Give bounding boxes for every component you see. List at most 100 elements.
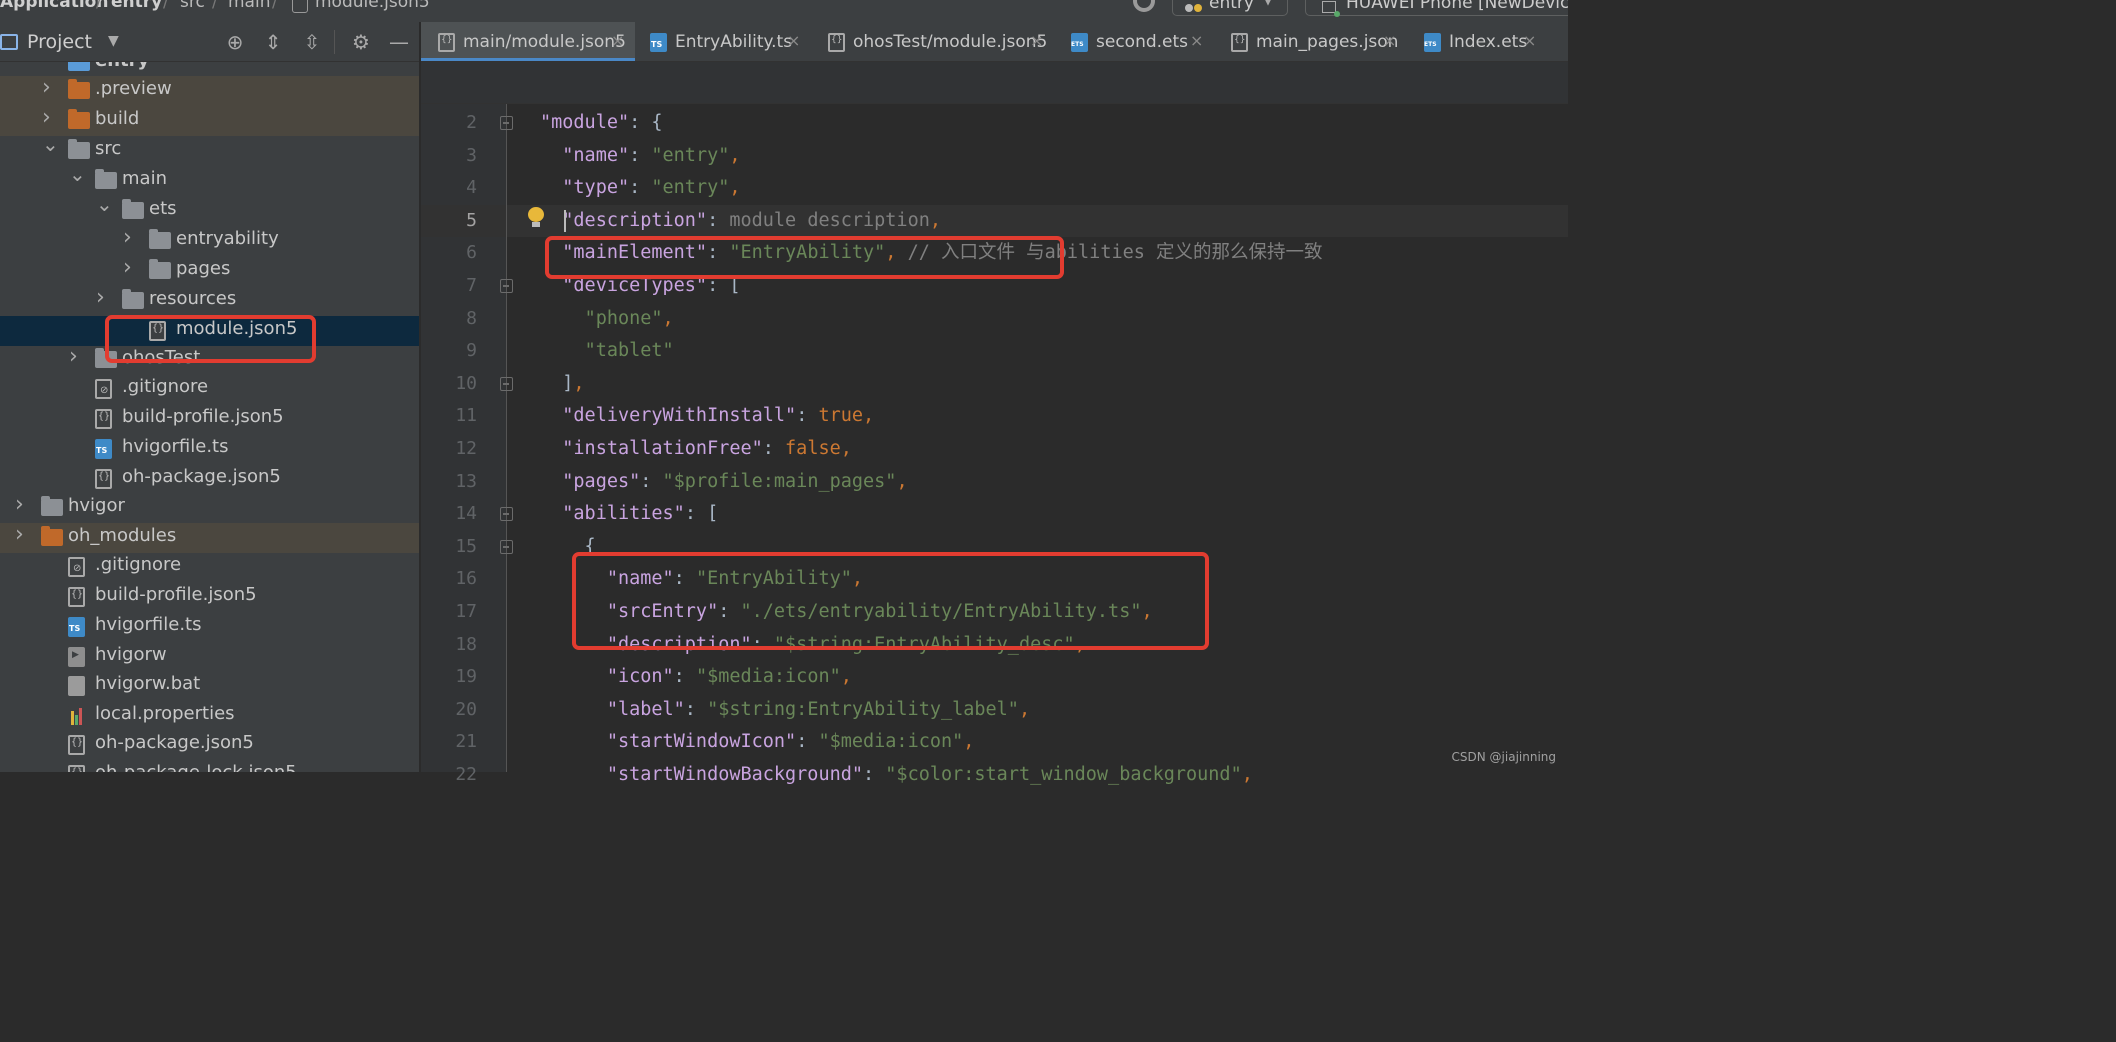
tree-item-label: resources: [149, 288, 237, 309]
minimize-panel-icon[interactable]: —: [388, 31, 410, 53]
folder-icon: [122, 199, 144, 219]
close-icon[interactable]: ×: [611, 31, 624, 50]
close-icon[interactable]: ×: [1190, 31, 1203, 50]
line-number: 3: [466, 145, 477, 166]
editor-tab[interactable]: main/module.json5×: [421, 22, 635, 61]
editor-tab-label: EntryAbility.ts: [675, 32, 793, 52]
tree-item[interactable]: › hvigor: [0, 491, 419, 523]
line-number: 18: [455, 634, 477, 655]
tree-item[interactable]: hvigorfile.ts: [0, 434, 419, 464]
code-token: :: [707, 210, 730, 231]
breadcrumb-application[interactable]: Application: [0, 0, 108, 12]
gear-icon[interactable]: ⚙: [350, 31, 372, 53]
chevron-right-icon[interactable]: ›: [123, 254, 137, 282]
project-tree: entry › .preview › build ⌄ src ⌄ main ⌄ ets › entrya…: [0, 62, 419, 772]
breadcrumb-module-json5[interactable]: module.json5: [315, 0, 430, 12]
editor-tab[interactable]: main_pages.json×: [1214, 22, 1407, 61]
editor-tab-label: ohosTest/module.json5: [853, 32, 1048, 52]
tree-item[interactable]: oh-package.json5: [0, 464, 419, 494]
tree-item[interactable]: .gitignore: [0, 374, 419, 404]
line-number: 12: [455, 438, 477, 459]
tree-item[interactable]: oh-package.json5: [0, 730, 419, 760]
json-file-icon: [95, 469, 112, 489]
close-icon[interactable]: ×: [1030, 31, 1043, 50]
chevron-down-icon[interactable]: ▼: [108, 33, 119, 49]
line-number: 11: [455, 405, 477, 426]
chevron-right-icon[interactable]: ›: [42, 104, 56, 132]
chevron-right-icon[interactable]: ›: [123, 224, 137, 252]
project-panel-title[interactable]: Project: [27, 31, 92, 53]
tree-item-label: .gitignore: [122, 376, 209, 397]
tree-item[interactable]: › pages: [0, 254, 419, 286]
code-token: ,: [929, 210, 941, 231]
tree-item[interactable]: hvigorfile.ts: [0, 612, 419, 642]
code-token: "installationFree": [562, 438, 763, 459]
fold-marker-icon[interactable]: [500, 507, 513, 521]
file-icon: [68, 676, 85, 696]
chevron-down-icon[interactable]: ⌄: [96, 190, 113, 218]
code-token: ,: [840, 438, 852, 459]
json-file-icon: [68, 765, 85, 772]
collapse-all-icon[interactable]: ⇳: [301, 31, 323, 53]
breadcrumb-main[interactable]: main: [228, 0, 270, 12]
tree-item[interactable]: local.properties: [0, 701, 419, 731]
tree-item-label: build-profile.json5: [122, 406, 284, 427]
chevron-right-icon[interactable]: ›: [42, 74, 56, 102]
tree-item[interactable]: hvigorw.bat: [0, 671, 419, 701]
tree-item[interactable]: › oh_modules: [0, 521, 419, 553]
code-token: :: [673, 666, 696, 687]
code-token: ,: [573, 373, 585, 394]
toolbar-divider: [334, 30, 335, 54]
tree-item[interactable]: build-profile.json5: [0, 404, 419, 434]
lightbulb-icon[interactable]: [528, 207, 544, 229]
chevron-right-icon[interactable]: ›: [69, 343, 83, 371]
tree-item[interactable]: hvigorw: [0, 642, 419, 672]
tree-item-label: oh-package-lock.json5: [95, 762, 297, 772]
code-token: "icon": [606, 666, 674, 687]
code-token: ,: [662, 308, 674, 329]
tree-item[interactable]: oh-package-lock.json5: [0, 760, 419, 772]
breadcrumb-src[interactable]: src: [180, 0, 205, 12]
tree-item[interactable]: ⌄ src: [0, 132, 419, 166]
device-selector[interactable]: HUAWEI Phone [NewDevice_: [1305, 0, 1568, 17]
editor-tab[interactable]: Index.ets×: [1407, 22, 1547, 61]
json-file-icon: [68, 587, 85, 607]
expand-all-icon[interactable]: ⇕: [262, 31, 284, 53]
chevron-right-icon[interactable]: ›: [15, 521, 29, 549]
fold-marker-icon[interactable]: [500, 377, 513, 391]
editor-tab[interactable]: EntryAbility.ts×: [633, 22, 811, 61]
close-icon[interactable]: ×: [1383, 31, 1396, 50]
chevron-down-icon[interactable]: ⌄: [69, 160, 86, 188]
locate-file-icon[interactable]: ⊕: [224, 31, 246, 53]
settings-gear-icon[interactable]: [1133, 0, 1155, 12]
code-line: "name": "entry",: [540, 140, 740, 172]
folder-icon: [68, 139, 90, 159]
tree-item[interactable]: ⌄ ets: [0, 192, 419, 226]
fold-marker-icon[interactable]: [500, 279, 513, 293]
line-number: 4: [466, 177, 477, 198]
code-token: : [: [684, 503, 719, 524]
tree-item[interactable]: ⌄ main: [0, 162, 419, 196]
close-icon[interactable]: ×: [1523, 31, 1536, 50]
tree-item-label: hvigorw.bat: [95, 673, 201, 694]
tree-item[interactable]: › entryability: [0, 224, 419, 256]
run-configuration-dropdown[interactable]: entry ▼: [1172, 0, 1288, 16]
fold-marker-icon[interactable]: [500, 116, 513, 130]
tree-item-label: ets: [149, 198, 177, 219]
code-token: :: [863, 764, 886, 785]
tree-item[interactable]: › .preview: [0, 74, 419, 106]
tree-item[interactable]: .gitignore: [0, 552, 419, 582]
chevron-right-icon[interactable]: ›: [96, 284, 110, 312]
tree-item[interactable]: › build: [0, 104, 419, 136]
editor-tab[interactable]: second.ets×: [1054, 22, 1214, 61]
editor-tab[interactable]: ohosTest/module.json5×: [811, 22, 1054, 61]
code-token: "entry": [651, 177, 730, 198]
fold-marker-icon[interactable]: [500, 540, 513, 554]
breadcrumb-entry[interactable]: entry: [111, 0, 162, 12]
chevron-down-icon[interactable]: ⌄: [42, 130, 59, 158]
chevron-right-icon[interactable]: ›: [15, 491, 29, 519]
tree-item[interactable]: › resources: [0, 284, 419, 316]
tree-item[interactable]: build-profile.json5: [0, 582, 419, 612]
close-icon[interactable]: ×: [787, 31, 800, 50]
